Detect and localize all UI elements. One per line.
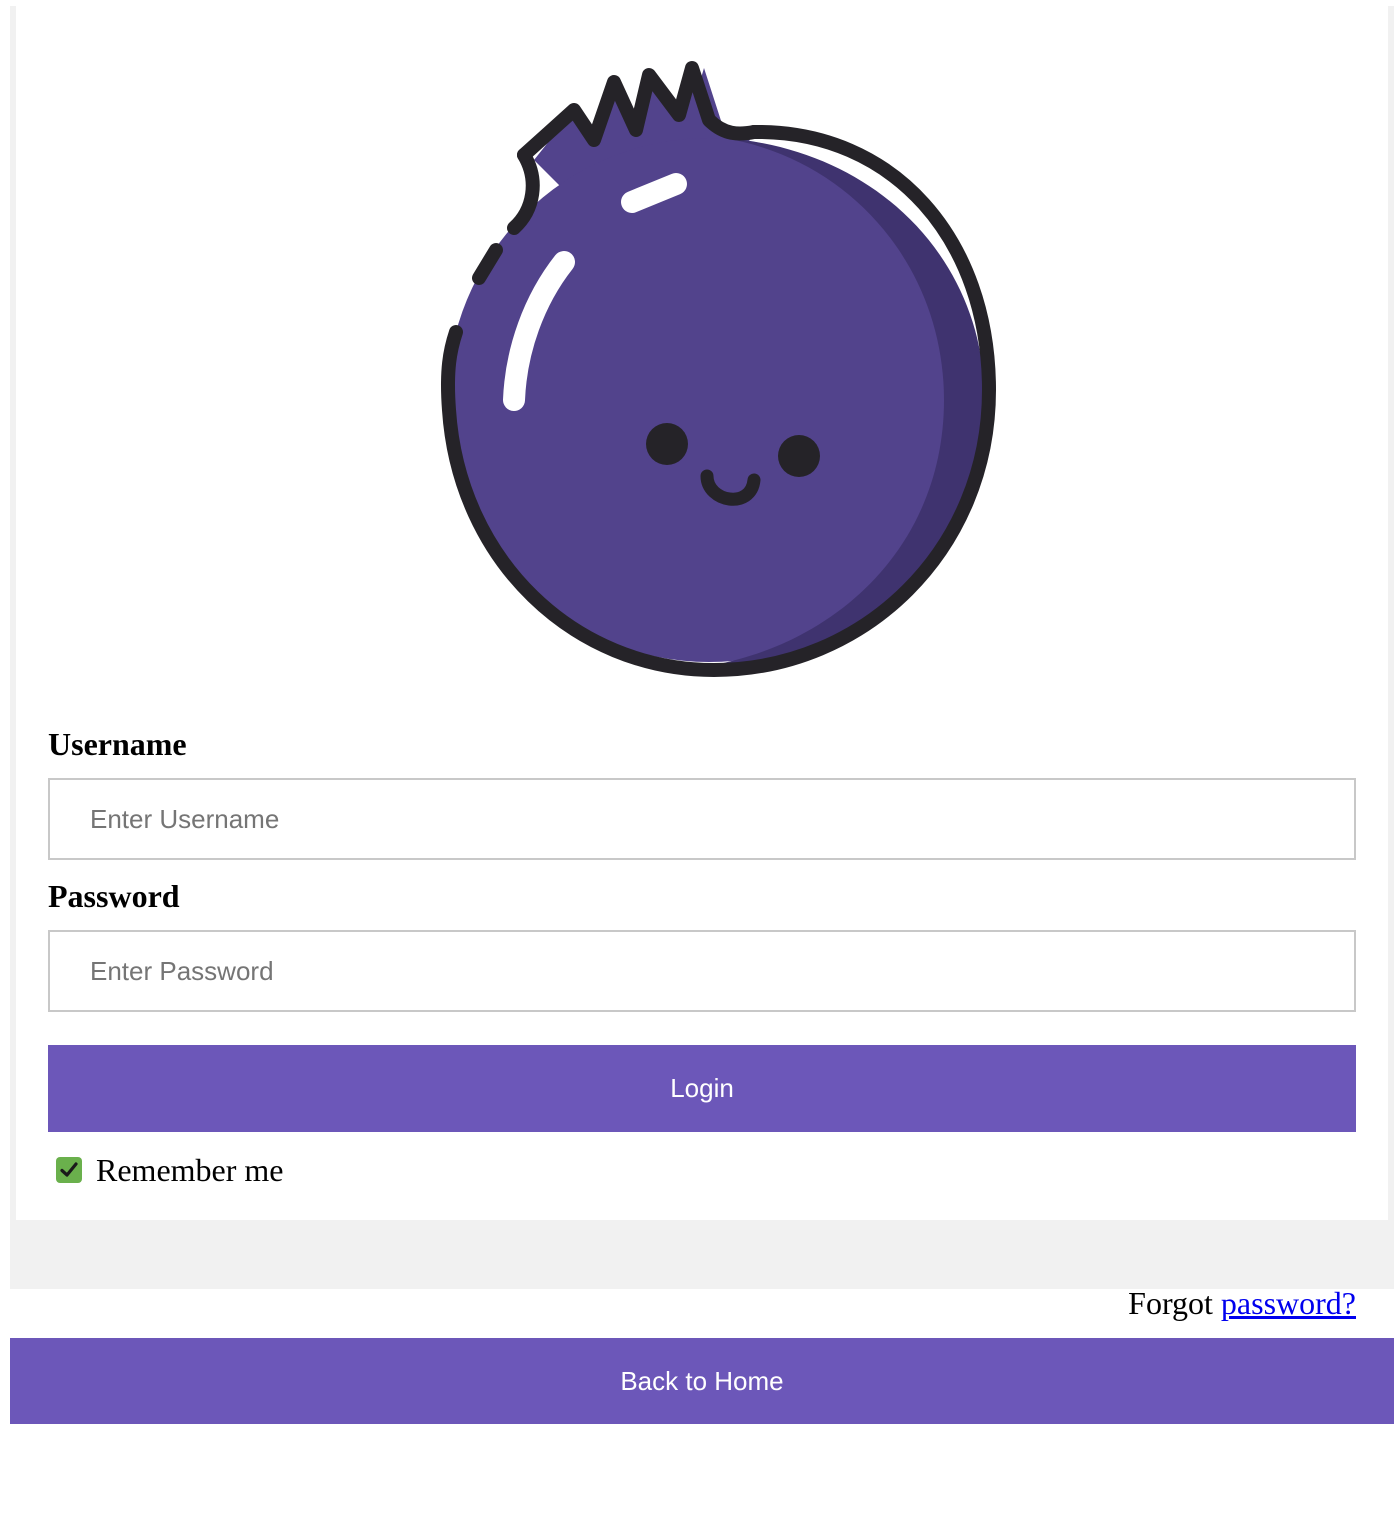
username-input[interactable]: [48, 778, 1356, 860]
checkmark-icon: [60, 1162, 78, 1177]
blueberry-mascot-icon: [424, 50, 1004, 682]
remember-me-checkbox[interactable]: [56, 1157, 82, 1183]
forgot-password: Forgot password?: [1128, 1283, 1356, 1323]
username-label: Username: [48, 726, 187, 762]
login-button[interactable]: Login: [48, 1045, 1356, 1132]
remember-me-row[interactable]: Remember me: [56, 1150, 283, 1190]
remember-me-label: Remember me: [96, 1151, 284, 1188]
forgot-password-link[interactable]: password?: [1221, 1285, 1356, 1321]
back-to-home-button[interactable]: Back to Home: [10, 1338, 1394, 1424]
login-card: Username Password Login Remember me: [16, 6, 1388, 1220]
password-input[interactable]: [48, 930, 1356, 1012]
forgot-text: Forgot: [1128, 1285, 1213, 1321]
login-container: Username Password Login Remember me: [10, 6, 1394, 1289]
password-label: Password: [48, 878, 180, 914]
